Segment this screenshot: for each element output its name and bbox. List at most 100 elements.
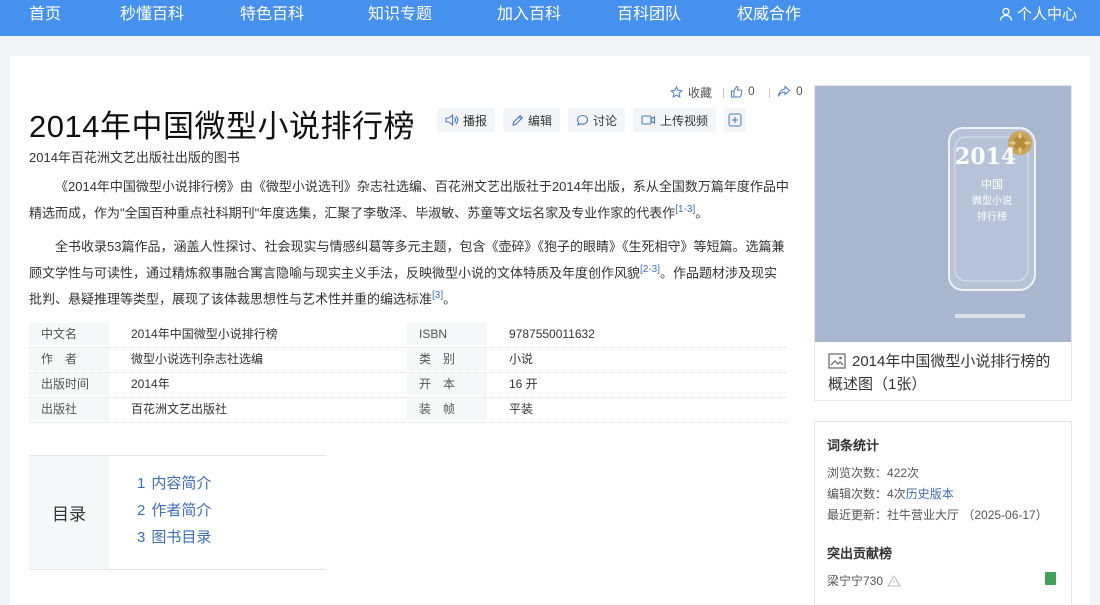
contributor-name: 梁宁宁730 (827, 574, 884, 588)
share-icon (778, 84, 791, 97)
edit-button[interactable]: 编辑 (503, 108, 561, 132)
summary-paragraph-2: 全书收录53篇作品，涵盖人性探讨、社会现实与情感纠葛等多元主题，包含《壶碎》《狍… (29, 235, 789, 311)
info-value: 平装 (509, 402, 534, 416)
stats-label: 编辑次数： (827, 487, 888, 501)
top-nav: 首页 秒懂百科 特色百科 知识专题 加入百科 百科团队 权威合作 个人中心 (0, 0, 1100, 36)
page-subtitle: 2014年百花洲文艺出版社出版的图书 (29, 150, 240, 165)
paragraph-end: 。 (695, 205, 709, 221)
chat-bubble-icon (576, 114, 589, 126)
upload-video-label: 上传视频 (660, 113, 709, 128)
edit-label: 编辑 (528, 113, 553, 128)
history-version-link[interactable]: 历史版本 (906, 487, 954, 501)
image-caption[interactable]: 2014年中国微型小说排行榜的概述图（1张） (828, 350, 1060, 396)
nav-item-featured[interactable]: 特色百科 (240, 0, 304, 32)
toc-item-label: 内容简介 (151, 475, 212, 492)
info-key: 出版社 (29, 398, 109, 420)
star-icon (670, 86, 683, 98)
page-title: 2014年中国微型小说排行榜 (29, 109, 415, 144)
more-button[interactable] (724, 108, 747, 132)
stats-value: 4次 (887, 487, 906, 501)
stats-label: 最近更新： (827, 508, 888, 522)
cover-text: 排行榜 (977, 212, 1007, 223)
share-count: 0 (796, 84, 803, 98)
paragraph-end: 。 (443, 291, 457, 307)
divider (769, 88, 770, 98)
like-button[interactable]: 0 (730, 84, 755, 98)
stats-value: 422次 (887, 466, 920, 480)
summary-paragraph-1: 《2014年中国微型小说排行榜》由《微型小说选刊》杂志社选编、百花洲文艺出版社于… (29, 175, 789, 224)
stats-label: 浏览次数： (827, 466, 888, 480)
info-value: 2014年中国微型小说排行榜 (131, 327, 278, 341)
collect-button[interactable]: 收藏 (670, 84, 712, 101)
user-center-label: 个人中心 (1016, 6, 1077, 23)
cover-text: 中国 (981, 179, 1003, 191)
broadcast-button[interactable]: 播报 (437, 108, 496, 132)
bookmark-icon[interactable] (1045, 572, 1056, 585)
pencil-icon (512, 114, 524, 126)
nav-item-topics[interactable]: 知识专题 (368, 0, 432, 32)
contributors-title: 突出贡献榜 (827, 546, 893, 561)
citation-link[interactable]: [1-3] (675, 204, 695, 215)
basic-info-table: 中文名 2014年中国微型小说排行榜 ISBN 9787550011632 作 … (29, 323, 787, 423)
toc-item-label: 图书目录 (151, 529, 212, 546)
cover-year: 2014 (955, 144, 1017, 170)
info-key: 出版时间 (29, 373, 109, 395)
citation-link[interactable]: [2-3] (640, 264, 660, 275)
contributor-item[interactable]: 梁宁宁730 (827, 572, 901, 589)
info-value: 16 开 (509, 377, 538, 391)
info-value: 小说 (509, 352, 534, 366)
citation-link[interactable]: [3] (432, 290, 443, 301)
info-key: 中文名 (29, 323, 109, 345)
info-value: 微型小说选刊杂志社选编 (131, 352, 264, 366)
toc-title: 目录 (29, 456, 109, 569)
info-value: 2014年 (131, 377, 170, 391)
nav-item-authority[interactable]: 权威合作 (737, 0, 801, 32)
toc-item-book-contents[interactable]: 3 图书目录 (137, 524, 211, 551)
info-row: 作 者 微型小说选刊杂志社选编 类 别 小说 (29, 348, 787, 373)
toc-item-number: 2 (137, 502, 146, 519)
divider (723, 88, 724, 98)
toc-item-author[interactable]: 2 作者简介 (137, 497, 211, 524)
toc-item-label: 作者简介 (151, 502, 212, 519)
stats-views: 浏览次数：422次 (827, 464, 919, 481)
stats-value: 社牛营业大厅 （2025-06-17） (887, 508, 1048, 522)
cover-publisher-mark (955, 314, 1025, 318)
plus-icon (728, 113, 742, 127)
info-row: 出版时间 2014年 开 本 16 开 (29, 373, 787, 398)
thumbs-up-icon (731, 85, 743, 97)
toc-item-number: 1 (137, 475, 146, 492)
discuss-button[interactable]: 讨论 (568, 108, 626, 132)
nav-item-home[interactable]: 首页 (29, 0, 61, 32)
user-icon (999, 7, 1013, 21)
info-key: 作 者 (29, 348, 109, 370)
info-key: ISBN (407, 323, 487, 345)
table-of-contents: 目录 1 内容简介 2 作者简介 3 图书目录 (29, 455, 326, 570)
broadcast-label: 播报 (463, 113, 488, 128)
entry-statistics-panel: 词条统计 浏览次数：422次 编辑次数：4次历史版本 最近更新：社牛营业大厅 （… (814, 421, 1072, 605)
title-toolbar: 播报 编辑 讨论 上传视频 (437, 108, 747, 132)
book-cover-image[interactable]: 2014 中国 微型小说 排行榜 (815, 86, 1071, 342)
nav-item-join[interactable]: 加入百科 (497, 0, 561, 32)
share-button[interactable]: 0 (777, 84, 803, 98)
nav-item-team[interactable]: 百科团队 (617, 0, 681, 32)
stats-edits: 编辑次数：4次历史版本 (827, 485, 954, 502)
info-key: 装 帧 (407, 398, 487, 420)
info-value: 9787550011632 (509, 327, 595, 341)
cover-title-area: 2014 中国 微型小说 排行榜 (947, 126, 1037, 294)
user-center-link[interactable]: 个人中心 (999, 0, 1077, 32)
toc-item-number: 3 (137, 529, 146, 546)
info-row: 中文名 2014年中国微型小说排行榜 ISBN 9787550011632 (29, 323, 787, 348)
collect-label: 收藏 (688, 86, 713, 100)
summary-image-box[interactable]: 2014 中国 微型小说 排行榜 2014年中国微型小说排行榜的概述图（1张） (814, 85, 1072, 401)
stats-updated: 最近更新：社牛营业大厅 （2025-06-17） (827, 506, 1048, 523)
upload-video-button[interactable]: 上传视频 (633, 108, 717, 132)
video-camera-icon (641, 115, 656, 125)
toc-item-summary[interactable]: 1 内容简介 (137, 470, 211, 497)
nav-item-miaodong[interactable]: 秒懂百科 (120, 0, 184, 32)
speaker-icon (445, 114, 459, 126)
discuss-label: 讨论 (593, 113, 618, 128)
image-gallery-icon (828, 353, 846, 369)
cover-text: 微型小说 (972, 196, 1012, 207)
info-row: 出版社 百花洲文艺出版社 装 帧 平装 (29, 398, 787, 423)
info-key: 类 别 (407, 348, 487, 370)
